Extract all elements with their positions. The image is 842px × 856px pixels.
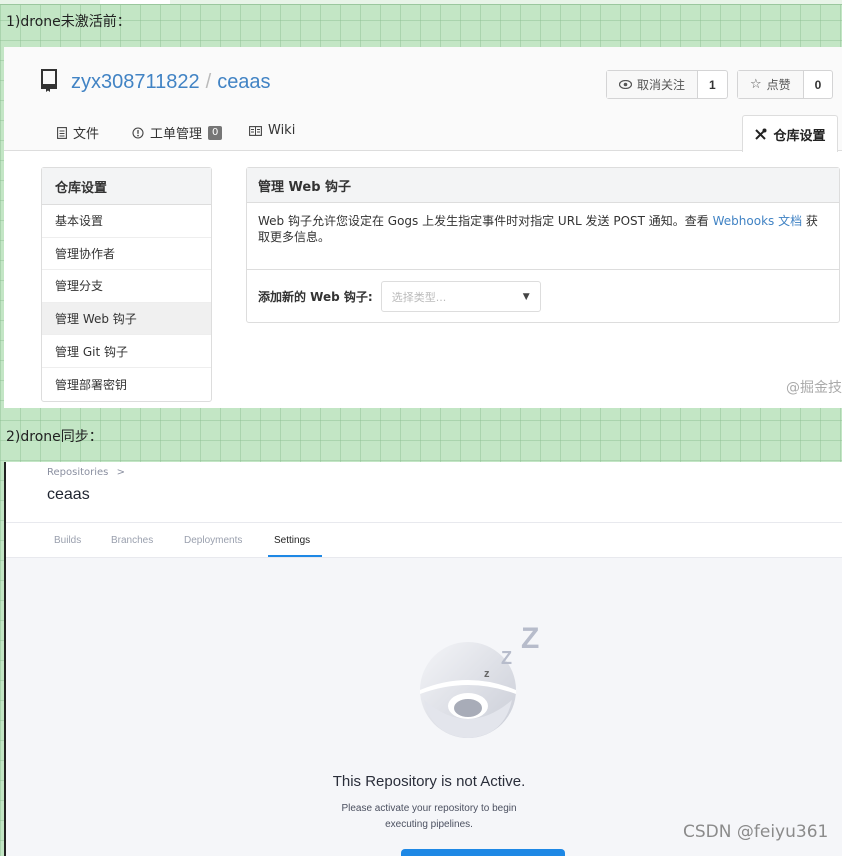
inactive-title: This Repository is not Active. [332, 773, 526, 790]
repo-name-link[interactable]: ceaas [217, 71, 270, 93]
tab-wiki[interactable]: Wiki [249, 123, 295, 138]
sleep-z-large: Z [521, 622, 540, 655]
drone-tabbar: Builds Branches Deployments Settings [6, 522, 842, 558]
repo-owner-link[interactable]: zyx308711822 [71, 71, 200, 93]
sidebar-item-git-hooks[interactable]: 管理 Git 钩子 [42, 335, 211, 368]
tab-issues[interactable]: 工单管理 0 [132, 123, 223, 142]
gogs-repo-settings-panel: zyx308711822/ceaas 取消关注 1 ☆ 点赞 0 文件 工单管理 [4, 47, 842, 408]
stars-count[interactable]: 0 [804, 71, 833, 98]
chevron-down-icon: ▼ [522, 291, 530, 302]
caption-before-activation: 1)drone未激活前： [6, 14, 131, 30]
inactive-message-line1: Please activate your repository to begin [341, 803, 517, 814]
sidebar-item-basic[interactable]: 基本设置 [42, 205, 211, 238]
sidebar-title: 仓库设置 [42, 168, 211, 205]
webhooks-desc-text: Web 钩子允许您设定在 Gogs 上发生指定事件时对指定 URL 发送 POS… [258, 214, 713, 228]
drone-repo-title: ceaas [47, 486, 90, 503]
tab-files-label: 文件 [73, 127, 100, 142]
sidebar-item-deploy-keys[interactable]: 管理部署密钥 [42, 368, 211, 401]
drone-header: Repositories > ceaas [6, 462, 842, 522]
top-strip-tab [100, 0, 170, 4]
webhooks-box: 管理 Web 钩子 Web 钩子允许您设定在 Gogs 上发生指定事件时对指定 … [246, 167, 840, 323]
webhook-type-placeholder: 选择类型... [391, 290, 447, 304]
webhooks-title: 管理 Web 钩子 [247, 168, 839, 203]
tab-settings-label: 仓库设置 [773, 128, 826, 144]
tab-builds[interactable]: Builds [54, 535, 81, 546]
chevron-right-icon: > [116, 467, 125, 478]
drone-repo-panel: Repositories > ceaas Builds Branches Dep… [4, 462, 842, 856]
juejin-watermark: @掘金技 [786, 380, 842, 396]
star-label: 点赞 [766, 78, 791, 92]
webhooks-description: Web 钩子允许您设定在 Gogs 上发生指定事件时对指定 URL 发送 POS… [247, 203, 839, 270]
repo-book-icon [41, 69, 57, 92]
sleep-z-medium: Z [501, 648, 512, 668]
unwatch-button-group: 取消关注 1 [606, 70, 728, 99]
watchers-count[interactable]: 1 [698, 71, 727, 98]
tab-deployments[interactable]: Deployments [184, 535, 242, 546]
caption-drone-sync: 2)drone同步： [6, 429, 103, 445]
tools-icon [755, 128, 767, 140]
add-webhook-label: 添加新的 Web 钩子: [258, 290, 373, 304]
tab-wiki-label: Wiki [268, 123, 296, 138]
webhooks-docs-link[interactable]: Webhooks 文档 [713, 214, 802, 228]
star-button[interactable]: ☆ 点赞 [738, 71, 804, 98]
breadcrumb: Repositories > [47, 467, 125, 478]
csdn-watermark: CSDN @feiyu361 [683, 822, 829, 842]
repo-separator: / [205, 71, 212, 93]
top-strip [0, 0, 842, 5]
star-button-group: ☆ 点赞 0 [737, 70, 834, 99]
repo-tabbar: 文件 工单管理 0 Wiki [4, 113, 842, 151]
sleep-z-small: z [484, 668, 490, 680]
book-icon [249, 125, 262, 136]
eye-icon [619, 80, 632, 89]
tab-branches[interactable]: Branches [111, 535, 153, 546]
tab-issues-label: 工单管理 [150, 127, 203, 142]
activate-repository-button[interactable] [401, 849, 565, 856]
tab-settings[interactable]: 仓库设置 [742, 115, 838, 152]
unwatch-label: 取消关注 [637, 78, 686, 92]
gogs-repo-header: zyx308711822/ceaas 取消关注 1 ☆ 点赞 0 文件 工单管理 [4, 47, 842, 151]
sidebar-item-branches[interactable]: 管理分支 [42, 270, 211, 303]
issues-count-badge: 0 [208, 125, 223, 140]
settings-sidebar: 仓库设置 基本设置 管理协作者 管理分支 管理 Web 钩子 管理 Git 钩子… [41, 167, 212, 402]
file-icon [57, 126, 67, 139]
issue-icon [132, 126, 144, 139]
unwatch-button[interactable]: 取消关注 [607, 71, 699, 98]
tab-drone-settings[interactable]: Settings [274, 535, 310, 546]
sidebar-item-collaborators[interactable]: 管理协作者 [42, 238, 211, 271]
tab-files[interactable]: 文件 [57, 123, 99, 142]
repo-title: zyx308711822/ceaas [71, 71, 271, 94]
add-webhook-row: 添加新的 Web 钩子: 选择类型... ▼ [247, 270, 839, 323]
breadcrumb-repositories[interactable]: Repositories [47, 467, 108, 478]
star-icon: ☆ [750, 77, 762, 92]
sidebar-item-webhooks[interactable]: 管理 Web 钩子 [42, 302, 211, 336]
active-tab-indicator [268, 555, 322, 557]
webhook-type-select[interactable]: 选择类型... ▼ [380, 281, 541, 312]
